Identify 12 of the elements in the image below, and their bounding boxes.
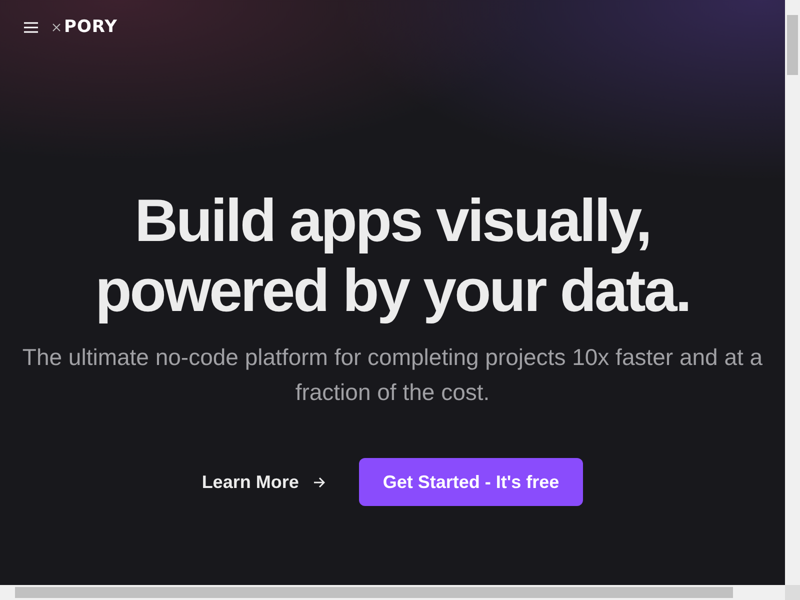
menu-icon[interactable] [24, 22, 38, 32]
hero-title: powered by your data. [95, 256, 690, 326]
logo-text[interactable]: PORY [64, 17, 118, 37]
horizontal-scrollbar[interactable] [0, 585, 785, 600]
learn-more-button[interactable]: Learn More [202, 462, 325, 502]
arrow-icon [312, 476, 325, 488]
hero-subtitle: The ultimate no-code platform for completing projects 10x faster and at a fraction of the cost. [21, 343, 764, 407]
scrollbar-corner [785, 585, 800, 600]
logo-icon [52, 22, 61, 32]
get-started-button[interactable]: Get Started - It's free [358, 458, 584, 506]
vertical-scrollbar[interactable] [785, 0, 800, 585]
hero-title: Build apps visually, [134, 186, 650, 256]
